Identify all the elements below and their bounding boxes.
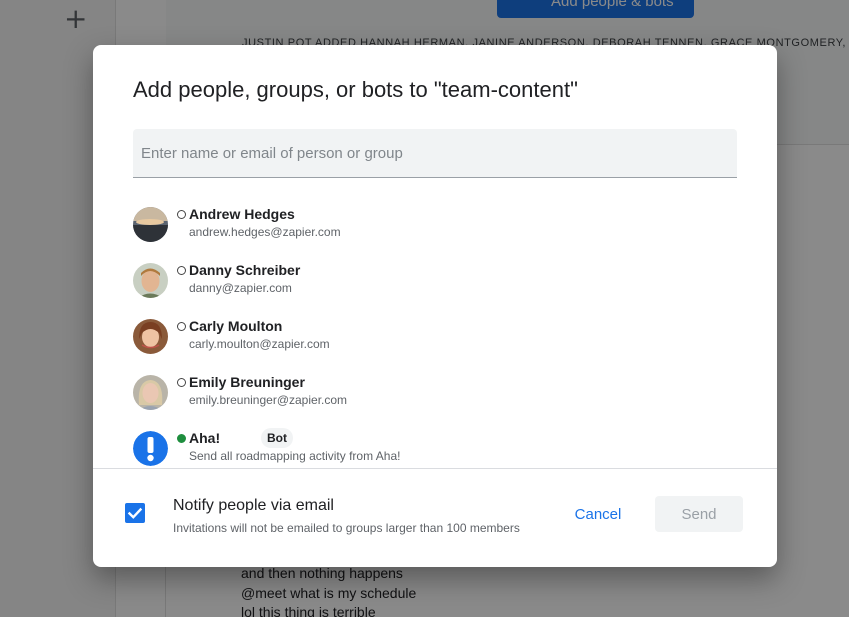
dialog-title: Add people, groups, or bots to "team-con… xyxy=(133,77,578,102)
bot-description: Send all roadmapping activity from Aha! xyxy=(189,449,401,463)
notify-checkbox[interactable] xyxy=(125,503,145,523)
avatar xyxy=(133,319,168,354)
aha-bot-avatar xyxy=(133,431,168,466)
bot-name: Aha! xyxy=(189,430,221,446)
person-email: carly.moulton@zapier.com xyxy=(189,337,330,351)
status-away-icon xyxy=(177,378,186,387)
people-list: Andrew Hedges andrew.hedges@zapier.com D… xyxy=(93,197,777,468)
list-item[interactable]: Carly Moulton carly.moulton@zapier.com xyxy=(133,309,733,365)
person-email: emily.breuninger@zapier.com xyxy=(189,393,348,407)
person-name: Andrew Hedges xyxy=(189,206,295,222)
list-item[interactable]: Danny Schreiber danny@zapier.com xyxy=(133,253,733,309)
send-button[interactable]: Send xyxy=(655,496,743,532)
avatar xyxy=(133,207,168,242)
status-away-icon xyxy=(177,210,186,219)
list-item[interactable]: Emily Breuninger emily.breuninger@zapier… xyxy=(133,365,733,421)
exclamation-icon xyxy=(133,431,168,466)
person-email: andrew.hedges@zapier.com xyxy=(189,225,341,239)
list-item[interactable]: Andrew Hedges andrew.hedges@zapier.com xyxy=(133,197,733,253)
avatar xyxy=(133,263,168,298)
footer-divider xyxy=(93,468,777,469)
add-people-dialog: Add people, groups, or bots to "team-con… xyxy=(93,45,777,567)
list-item[interactable]: Aha! Bot Send all roadmapping activity f… xyxy=(133,421,733,468)
person-name: Emily Breuninger xyxy=(189,374,305,390)
status-away-icon xyxy=(177,322,186,331)
status-away-icon xyxy=(177,266,186,275)
bot-badge: Bot xyxy=(261,428,293,448)
avatar xyxy=(133,375,168,410)
cancel-button[interactable]: Cancel xyxy=(564,496,632,532)
person-name: Danny Schreiber xyxy=(189,262,301,278)
checkmark-icon xyxy=(127,507,143,519)
notify-hint: Invitations will not be emailed to group… xyxy=(173,521,520,535)
status-online-icon xyxy=(177,434,186,443)
search-input[interactable] xyxy=(133,129,737,178)
person-name: Carly Moulton xyxy=(189,318,283,334)
notify-label: Notify people via email xyxy=(173,497,334,514)
person-email: danny@zapier.com xyxy=(189,281,292,295)
